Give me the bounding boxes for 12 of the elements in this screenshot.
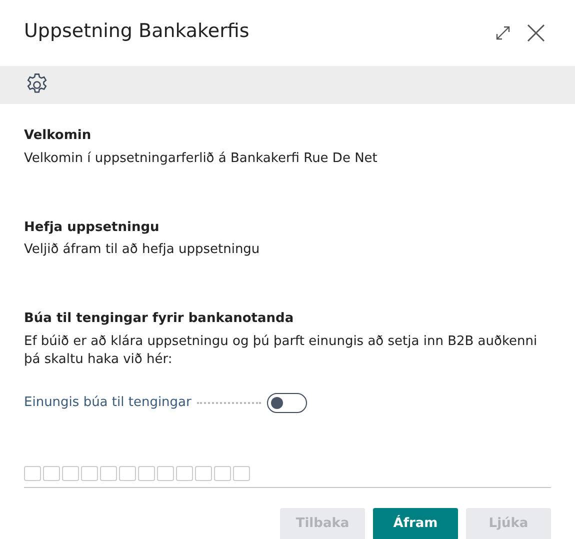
toggle-switch[interactable] — [267, 392, 308, 412]
section-heading: Velkomin — [24, 127, 92, 145]
section-text: Veljið áfram til að hefja uppsetningu — [24, 241, 261, 259]
close-icon[interactable] — [527, 24, 545, 42]
dialog-title: Uppsetning Bankakerfis — [24, 20, 250, 43]
section-heading: Hefja uppsetningu — [24, 218, 160, 236]
expand-icon[interactable] — [495, 24, 511, 42]
section-text: Ef búið er að klára uppsetningu og þú þarft einungis að setja inn B2B auðkenni þá skaltu haka við hér: — [24, 332, 538, 368]
toggle-label: Einungis búa til tengingar — [24, 394, 192, 412]
section-text: Velkomin í uppsetningarferlið á Bankakerfi Rue De Net — [24, 150, 378, 168]
section-heading: Búa til tengingar fyrir bankanotanda — [24, 310, 295, 328]
dialog-button[interactable]: Áfram — [373, 508, 458, 539]
